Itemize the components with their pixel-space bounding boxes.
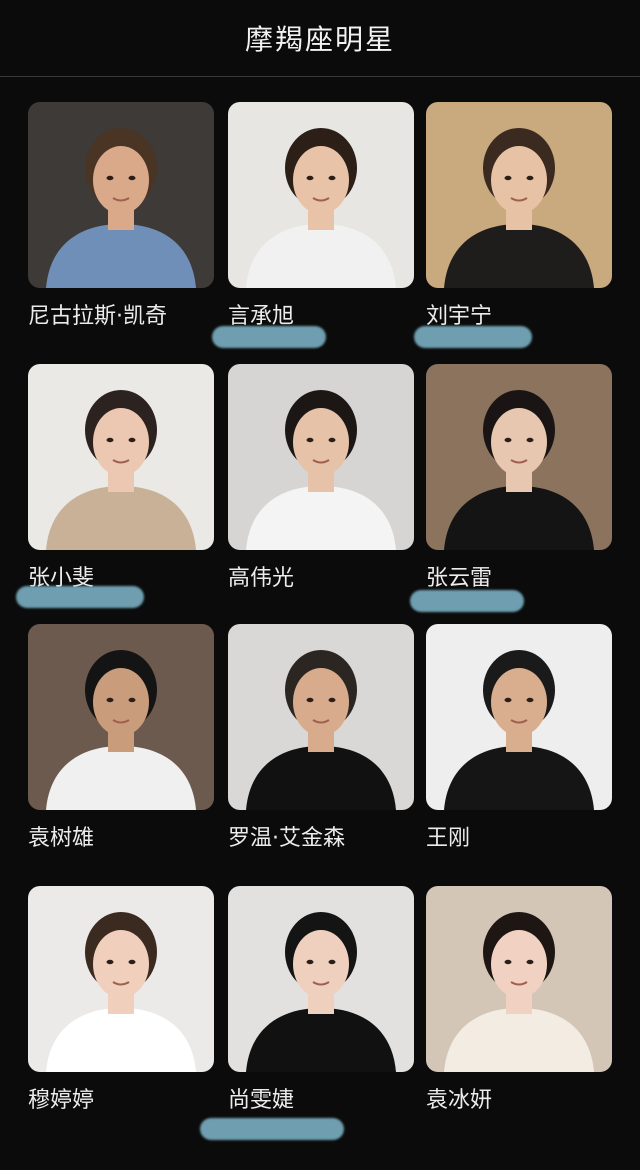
celebrity-photo	[28, 364, 214, 550]
highlight-scribble	[16, 586, 144, 608]
celebrity-card[interactable]	[426, 886, 612, 1072]
highlight-scribble	[212, 326, 326, 348]
highlight-scribble	[414, 326, 532, 348]
celebrity-name: 尚雯婕	[228, 1088, 295, 1113]
celebrity-photo	[228, 886, 414, 1072]
celebrity-photo	[228, 102, 414, 288]
celebrity-photo	[426, 886, 612, 1072]
celebrity-photo	[28, 624, 214, 810]
celebrity-card[interactable]	[426, 102, 612, 288]
celebrity-name: 穆婷婷	[28, 1088, 95, 1113]
celebrity-card[interactable]	[228, 364, 414, 550]
celebrity-card[interactable]	[28, 624, 214, 810]
celebrity-card[interactable]	[28, 102, 214, 288]
celebrity-grid: 尼古拉斯·凯奇 言承旭 刘宇宁 张小斐 高伟光 张云雷 袁树雄 罗温·艾金森 王刚 穆婷婷 尚雯婕袁…	[0, 0, 640, 1170]
celebrity-name: 尼古拉斯·凯奇	[28, 304, 167, 329]
celebrity-card[interactable]	[28, 364, 214, 550]
celebrity-card[interactable]	[228, 102, 414, 288]
celebrity-card[interactable]	[228, 624, 414, 810]
highlight-scribble	[410, 590, 524, 612]
celebrity-name: 张云雷	[426, 566, 493, 591]
celebrity-name: 高伟光	[228, 566, 295, 591]
celebrity-photo	[426, 624, 612, 810]
celebrity-name: 袁树雄	[28, 826, 95, 851]
celebrity-photo	[228, 364, 414, 550]
highlight-scribble	[200, 1118, 344, 1140]
celebrity-card[interactable]	[28, 886, 214, 1072]
celebrity-name: 袁冰妍	[426, 1088, 493, 1113]
celebrity-card[interactable]	[426, 624, 612, 810]
celebrity-photo	[228, 624, 414, 810]
celebrity-card[interactable]	[228, 886, 414, 1072]
celebrity-name: 罗温·艾金森	[228, 826, 345, 851]
celebrity-photo	[426, 102, 612, 288]
celebrity-photo	[28, 886, 214, 1072]
celebrity-photo	[28, 102, 214, 288]
celebrity-card[interactable]	[426, 364, 612, 550]
celebrity-name: 王刚	[426, 826, 471, 851]
celebrity-photo	[426, 364, 612, 550]
